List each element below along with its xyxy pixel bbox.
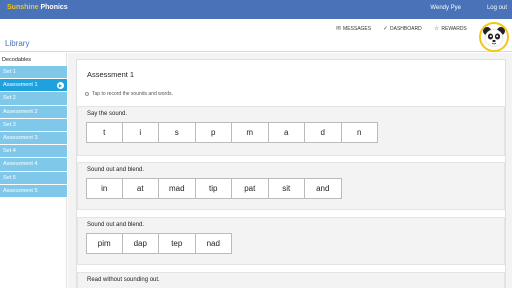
word-tile[interactable]: dap <box>122 233 159 254</box>
sidebar-item-set-5[interactable]: Set 5 <box>0 171 67 185</box>
main-content: Assessment 1 Tap to record the sounds an… <box>68 53 512 288</box>
logo-text-sunshine: Sunshine <box>7 4 39 11</box>
word-tile[interactable]: pim <box>86 233 123 254</box>
logout-link[interactable]: Log out <box>487 5 507 11</box>
logo-text-phonics: Phonics <box>40 4 68 11</box>
word-tile[interactable]: at <box>122 178 159 199</box>
instruction-row: Tap to record the sounds and words. <box>85 91 173 97</box>
library-title[interactable]: Library <box>5 39 29 48</box>
sidebar-heading: Decodables <box>2 57 32 63</box>
sound-tile[interactable]: d <box>305 122 342 143</box>
sidebar-item-assessment-1[interactable]: Assessment 1 ▶ <box>0 79 67 93</box>
section-label: Sound out and blend. <box>87 167 145 173</box>
sidebar-item-label: Assessment 5 <box>3 187 38 194</box>
instruction-text: Tap to record the sounds and words. <box>92 91 173 97</box>
sidebar-item-label: Assessment 2 <box>3 108 38 115</box>
section-say-sound: Say the sound. t i s p m a d n <box>77 106 505 156</box>
mail-icon: ✉ <box>336 26 342 32</box>
sound-tile[interactable]: m <box>232 122 269 143</box>
sidebar-list: Set 1 Assessment 1 ▶ Set 2 Assessment 2 S… <box>0 66 67 198</box>
sound-tile[interactable]: s <box>159 122 196 143</box>
word-tile[interactable]: nad <box>195 233 232 254</box>
word-tile[interactable]: in <box>86 178 123 199</box>
sidebar-item-assessment-4[interactable]: Assessment 4 <box>0 158 67 172</box>
check-icon: ✓ <box>383 26 389 32</box>
nav-messages-label: MESSAGES <box>343 25 372 32</box>
assessment-title: Assessment 1 <box>87 70 135 79</box>
sidebar-item-set-4[interactable]: Set 4 <box>0 145 67 159</box>
sidebar-item-assessment-2[interactable]: Assessment 2 <box>0 105 67 119</box>
sidebar-item-label: Assessment 1 <box>3 82 38 89</box>
sidebar-item-label: Set 1 <box>3 69 16 75</box>
sidebar-item-set-1[interactable]: Set 1 <box>0 66 67 80</box>
sidebar-item-assessment-3[interactable]: Assessment 3 <box>0 131 67 146</box>
record-icon <box>85 92 89 96</box>
sound-tile[interactable]: n <box>341 122 378 143</box>
nav-rewards[interactable]: ☆ REWARDS <box>434 25 467 33</box>
sidebar-item-assessment-5[interactable]: Assessment 5 <box>0 184 67 198</box>
word-tile[interactable]: pat <box>232 178 269 199</box>
section-label: Read without sounding out. <box>87 277 160 283</box>
sidebar-item-label: Assessment 4 <box>3 161 38 168</box>
tile-row: t i s p m a d n <box>86 122 378 143</box>
nav-dashboard[interactable]: ✓ DASHBOARD <box>383 25 422 33</box>
word-tile[interactable]: tip <box>195 178 232 199</box>
sidebar-item-label: Set 3 <box>3 121 16 128</box>
star-icon: ☆ <box>434 26 440 32</box>
sidebar-item-label: Assessment 3 <box>3 134 38 141</box>
sound-tile[interactable]: a <box>268 122 305 143</box>
nav-messages[interactable]: ✉ MESSAGES <box>336 25 372 33</box>
avatar[interactable] <box>479 22 509 52</box>
app-logo[interactable]: Sunshine Phonics <box>7 4 68 11</box>
assessment-card: Assessment 1 Tap to record the sounds an… <box>76 59 506 288</box>
panda-avatar-icon <box>483 27 505 47</box>
tile-row: in at mad tip pat sit and <box>86 178 342 199</box>
user-name[interactable]: Wendy Pye <box>430 5 461 11</box>
sound-tile[interactable]: p <box>195 122 232 143</box>
section-label: Sound out and blend. <box>87 222 145 228</box>
sidebar-item-label: Set 4 <box>3 148 16 155</box>
sidebar-item-set-3[interactable]: Set 3 <box>0 118 67 132</box>
word-tile[interactable]: tep <box>159 233 196 254</box>
sound-tile[interactable]: t <box>86 122 123 143</box>
section-read-words: Read without sounding out. <box>77 272 505 288</box>
nav-rewards-label: REWARDS <box>441 25 467 32</box>
sound-tile[interactable]: i <box>122 122 159 143</box>
play-icon: ▶ <box>57 82 64 90</box>
sidebar: Decodables Set 1 Assessment 1 ▶ Set 2 Ass… <box>0 53 67 288</box>
sub-bar: Library ✉ MESSAGES ✓ DASHBOARD ☆ REWARDS <box>0 19 512 52</box>
section-label: Say the sound. <box>87 111 128 117</box>
word-tile[interactable]: and <box>305 178 342 199</box>
section-blend-1: Sound out and blend. in at mad tip pat s… <box>77 162 505 210</box>
word-tile[interactable]: sit <box>268 178 305 199</box>
sidebar-item-set-2[interactable]: Set 2 <box>0 92 67 106</box>
section-blend-2: Sound out and blend. pim dap tep nad <box>77 217 505 265</box>
sidebar-item-label: Set 5 <box>3 174 16 181</box>
top-bar: Sunshine Phonics Wendy Pye Log out <box>0 0 512 19</box>
tile-row: pim dap tep nad <box>86 233 232 254</box>
word-tile[interactable]: mad <box>159 178 196 199</box>
nav-dashboard-label: DASHBOARD <box>390 25 422 32</box>
sidebar-item-label: Set 2 <box>3 95 16 102</box>
